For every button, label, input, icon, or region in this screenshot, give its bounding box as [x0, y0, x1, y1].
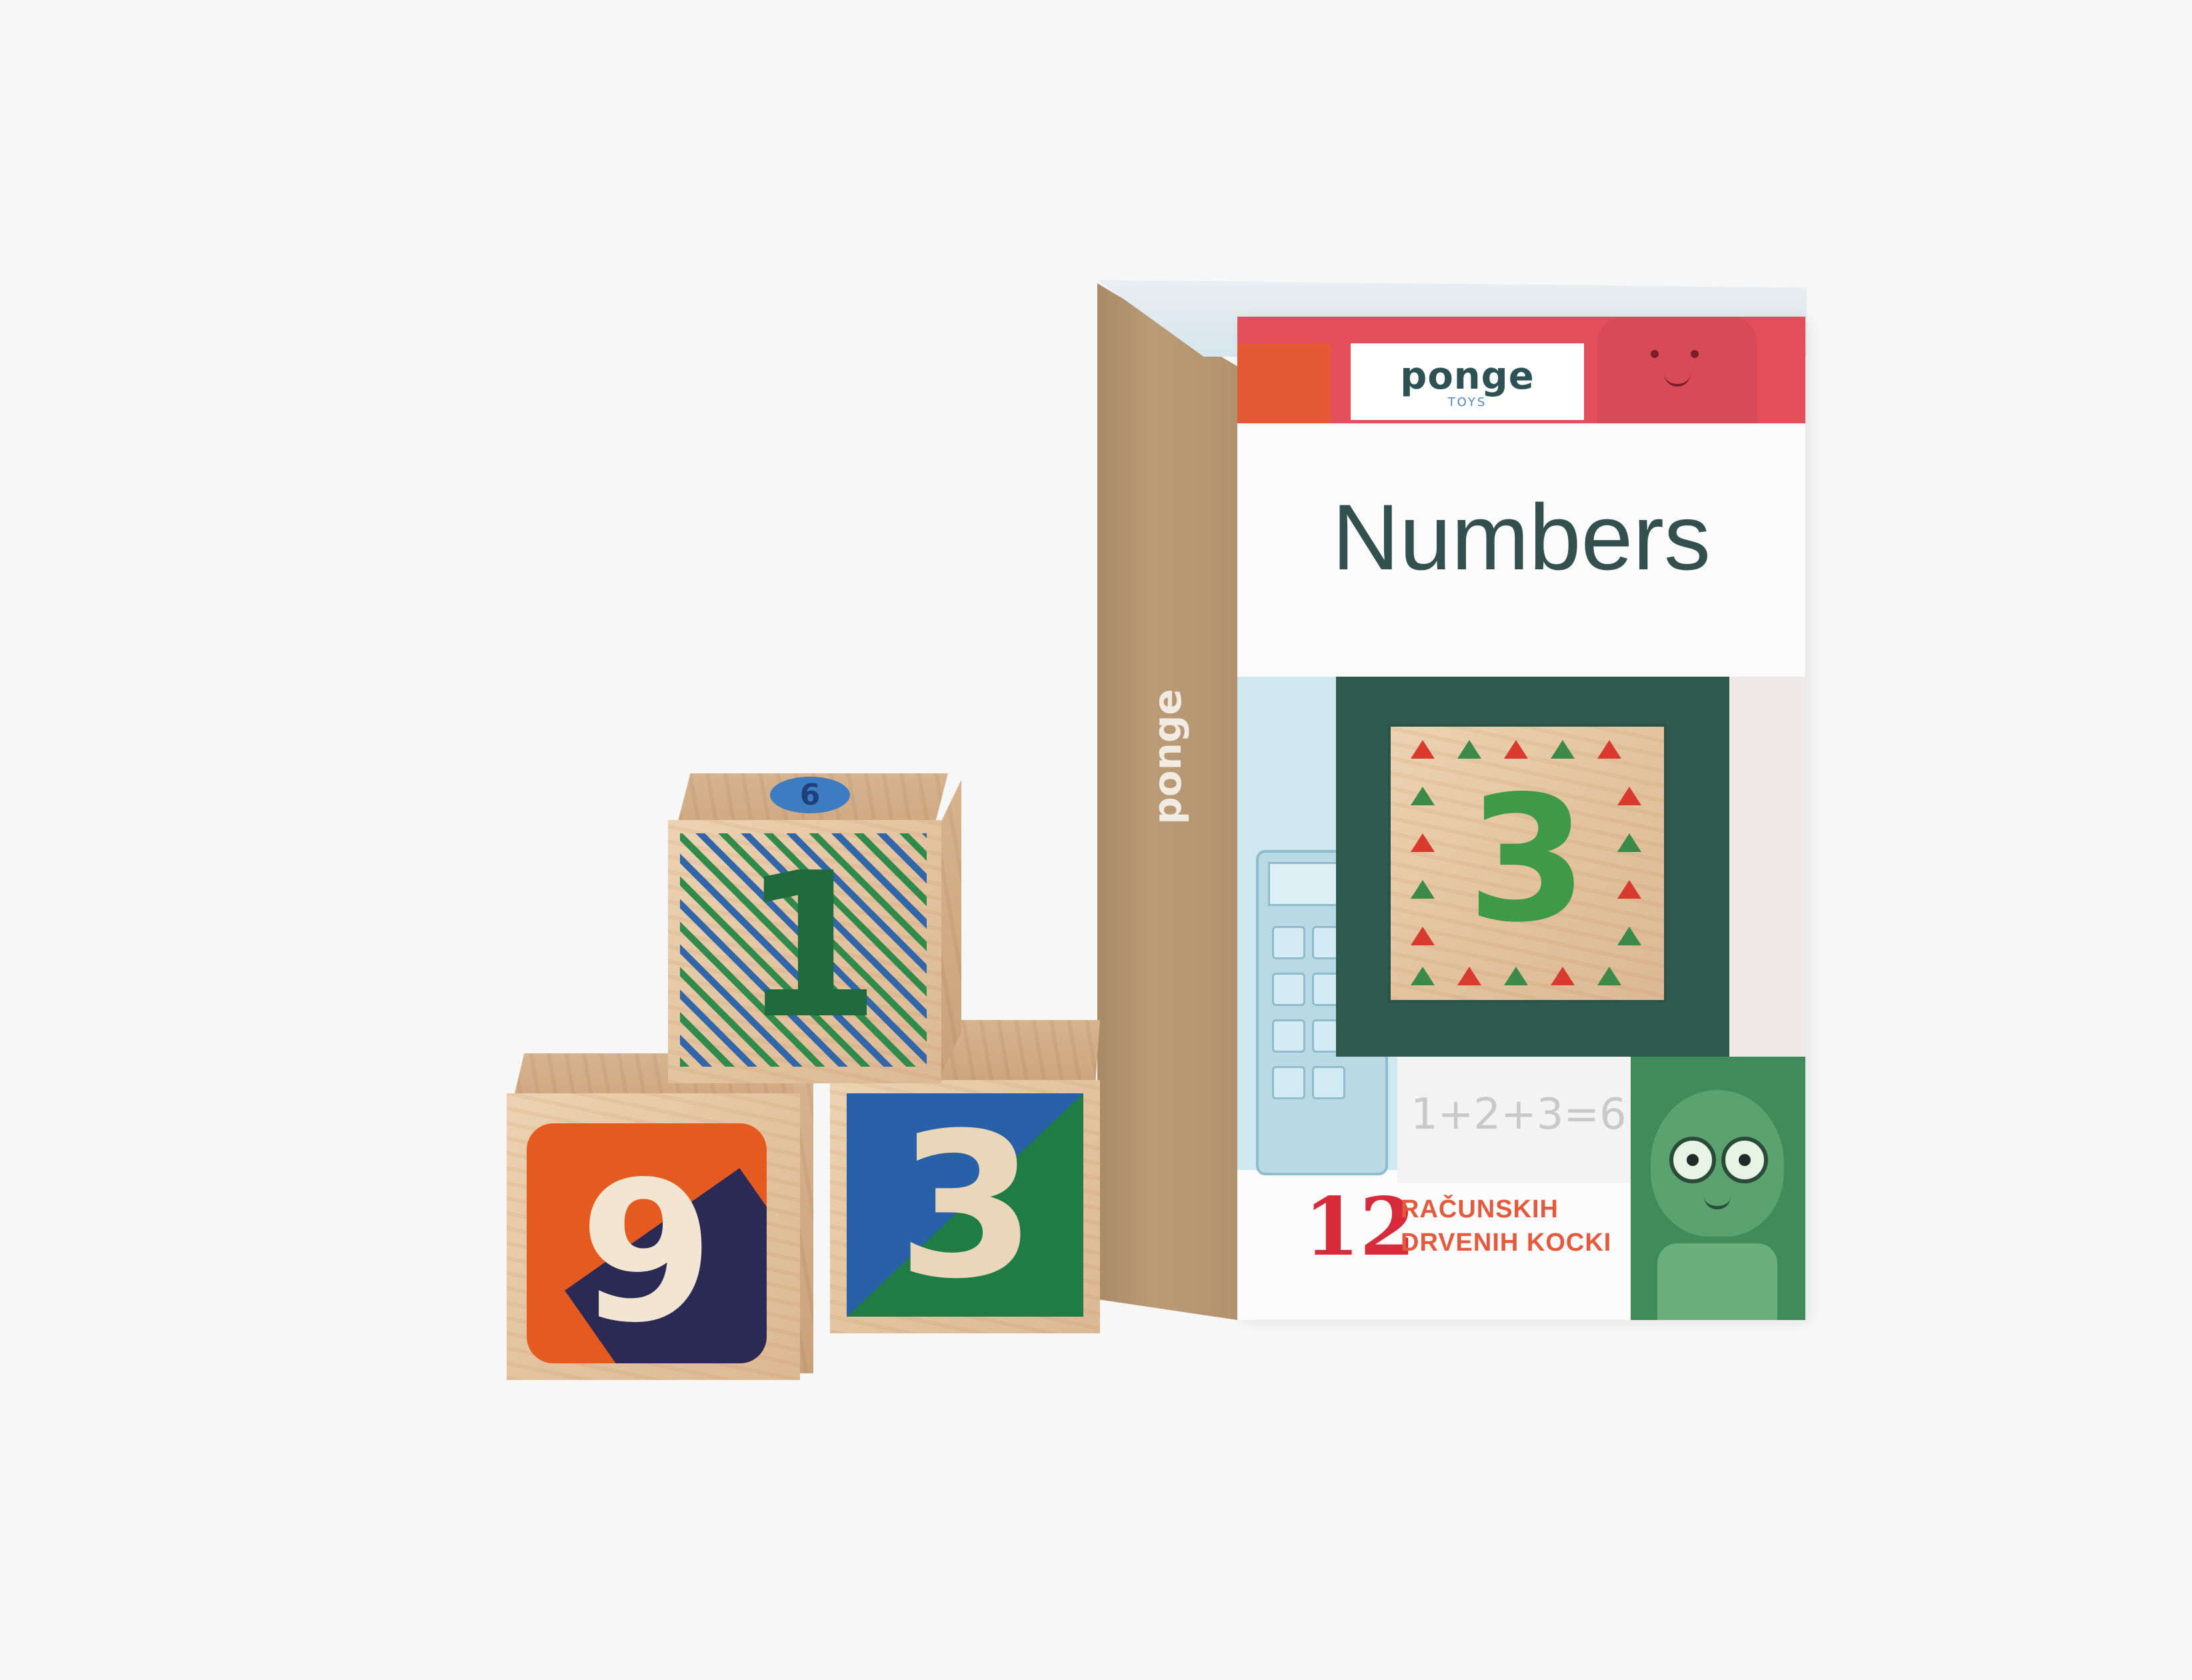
equation-text: 1+2+3=6	[1411, 1090, 1627, 1139]
box-side-panel: ponge	[1097, 283, 1237, 1320]
count-label-line1: RAČUNSKIH	[1401, 1195, 1559, 1223]
cube-9: 9	[507, 1093, 800, 1380]
product-box: ponge TOYS Numbers 3 1+2+3=6 12 RAČUNSKI…	[1237, 317, 1805, 1320]
box-title: Numbers	[1332, 485, 1711, 589]
side-brand-text: ponge	[1145, 689, 1191, 825]
boy-character-illustration	[1631, 1057, 1805, 1320]
count-label-line2: DRVENIH KOCKI	[1401, 1229, 1612, 1257]
cube-3: 3	[830, 1080, 1100, 1333]
cube-3-tile: 3	[847, 1093, 1083, 1317]
tile-digit: 3	[1467, 759, 1588, 961]
number-tile-illustration: 3	[1391, 727, 1664, 1000]
brand-name: ponge	[1400, 354, 1535, 398]
cube-1-side	[941, 780, 961, 1073]
cube-1-digit: 1	[741, 830, 881, 1063]
side-brand-logo: ponge	[1124, 657, 1211, 857]
cube-9-digit: 9	[579, 1141, 714, 1363]
brand-subtitle: TOYS	[1447, 395, 1487, 409]
piece-count: 12	[1304, 1180, 1415, 1274]
cube-1-top-face-digit: 6	[799, 778, 821, 812]
girl-face-illustration	[1597, 317, 1757, 423]
cube-1: 1	[668, 820, 941, 1083]
cube-9-tile: 9	[527, 1123, 767, 1363]
boy-face	[1651, 1090, 1784, 1237]
orange-accent	[1237, 343, 1331, 423]
cube-1-top-face-tile: 6	[770, 777, 850, 813]
cube-3-digit: 3	[897, 1093, 1037, 1317]
brand-logo: ponge TOYS	[1351, 343, 1584, 420]
